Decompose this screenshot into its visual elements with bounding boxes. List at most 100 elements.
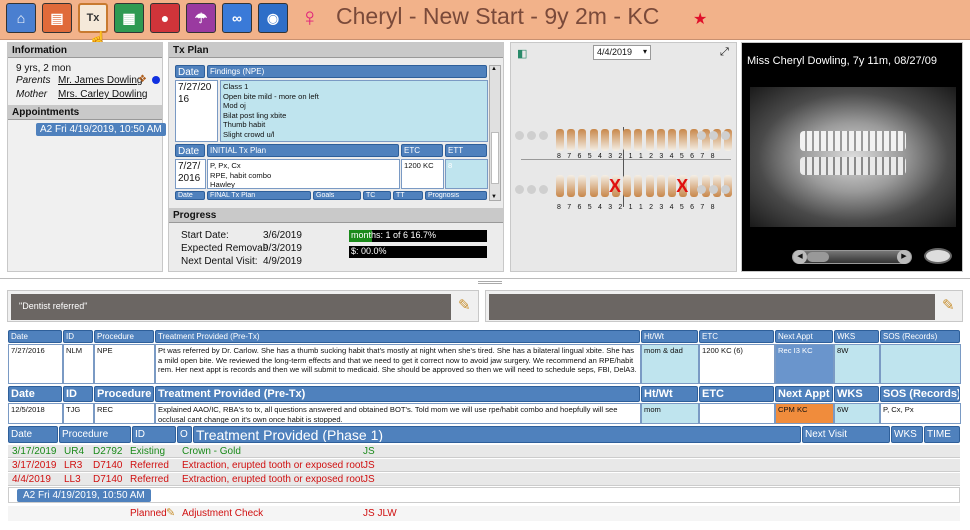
t1-next-appt[interactable]: Rec I3 KC [775,344,834,384]
missing-tooth-icon [697,131,706,140]
tooth[interactable] [589,129,598,151]
calculator-icon[interactable]: ▦ [114,3,144,33]
camera-icon[interactable]: ◉ [258,3,288,33]
tooth[interactable] [645,175,654,197]
t2-htwt[interactable]: mom [641,403,699,424]
back-icon[interactable]: ◧ [517,47,527,60]
final-plan-header: FINAL Tx Plan [207,191,311,200]
mother-link[interactable]: Mrs. Carley Dowling [58,89,147,100]
missing-tooth-icon [709,185,718,194]
t2-wks[interactable]: 6W [834,403,880,424]
row-code: D7140 [93,474,123,485]
document-icon[interactable]: ▤ [42,3,72,33]
splitter[interactable] [0,278,970,279]
date-header-3: Date [175,191,205,200]
tooth[interactable] [623,175,632,197]
tooth[interactable] [612,129,620,151]
months-progress-bar: months: 1 of 6 16.7% [349,230,487,242]
tooth[interactable] [668,175,676,197]
table-row[interactable]: 4/4/2019 LL3 D7140 Referred Extraction, … [8,473,960,486]
xray-scrollbar[interactable]: ◀ ▶ [792,250,912,264]
date-header: Date [175,65,205,78]
missing-tooth-icon [527,185,536,194]
tooth[interactable]: X [609,175,621,197]
information-header: Information [8,43,162,58]
findings-text[interactable]: Class 1 Open bite mild - more on left Mo… [220,80,488,142]
planned-row[interactable]: Planned ✎ Adjustment Check JS JLW [8,506,960,521]
t3-id-header: ID [132,426,176,443]
t1-wks[interactable]: 8W [834,344,880,384]
right-note[interactable] [489,294,935,320]
ett-value[interactable]: 8 [445,159,488,189]
upper-tooth-numbers: 8 7 6 5 4 3 2 1 1 2 3 4 5 6 7 8 [557,153,717,160]
tooth[interactable] [634,175,643,197]
txplan-scrollbar[interactable]: ▲ ▼ [489,65,501,201]
appointments-header: Appointments [8,105,162,120]
progress-header: Progress [169,208,503,223]
home-icon[interactable]: ⌂ [6,3,36,33]
t1-treatment[interactable]: Pt was referred by Dr. Carlow. She has a… [155,344,641,384]
tooth[interactable] [556,129,564,151]
missing-tooth-icon [539,131,548,140]
tooth[interactable] [567,175,576,197]
umbrella-icon[interactable]: ☂ [186,3,216,33]
missing-tooth-icon [539,185,548,194]
missing-tooth-icon [697,185,706,194]
findings-date: 7/27/2016 [175,80,218,142]
scanner-icon[interactable] [924,248,952,264]
appointment-item[interactable]: A2 Fri 4/19/2019, 10:50 AM [36,123,166,136]
t1-wks-header: WKS [834,330,879,343]
tooth[interactable] [578,175,587,197]
tooth[interactable] [589,175,598,197]
edit-pencil-icon-2[interactable]: ✎ [942,296,955,314]
edit-pencil-icon[interactable]: ✎ [458,296,471,314]
tx-button[interactable]: Tx [78,3,108,33]
table-row[interactable]: 3/17/2019 LR3 D7140 Referred Extraction,… [8,459,960,472]
chart-date-select[interactable]: 4/4/2019 ▾ [593,45,651,60]
tooth[interactable] [634,129,643,151]
parents-label: Parents [16,75,51,86]
t1-next-appt-header: Next Appt [775,330,833,343]
tooth[interactable] [645,129,654,151]
removal-label: Expected Removal: [181,243,268,254]
link-icon[interactable]: ∞ [222,3,252,33]
t1-treatment-header: Treatment Provided (Pre-Tx) [155,330,640,343]
etc-value[interactable]: 1200 KC [401,159,444,189]
pills-icon[interactable]: ● [150,3,180,33]
tooth[interactable] [679,129,688,151]
prognosis-header: Prognosis [425,191,487,200]
tooth[interactable] [668,129,676,151]
tooth[interactable] [656,175,665,197]
months-progress-text: months: 1 of 6 16.7% [351,230,437,240]
ett-header: ETT [445,144,487,157]
t1-date: 7/27/2016 [8,344,63,384]
tooth[interactable]: X [676,175,688,197]
t1-etc[interactable]: 1200 KC (6) [699,344,775,384]
tooth[interactable] [567,129,576,151]
t1-etc-header: ETC [699,330,774,343]
t1-htwt[interactable]: mom & dad [641,344,699,384]
lower-tooth-numbers: 8 7 6 5 4 3 2 1 1 2 3 4 5 6 7 8 [557,204,717,211]
appointment-chip[interactable]: A2 Fri 4/19/2019, 10:50 AM [17,489,151,502]
t2-next-appt[interactable]: CPM KC [775,403,834,424]
t2-sos[interactable]: P, Cx, Px [880,403,961,424]
left-note[interactable]: "Dentist referred" [11,294,451,320]
expand-icon[interactable]: ⤢ [720,46,729,59]
t2-etc[interactable] [699,403,775,424]
t1-sos[interactable] [880,344,961,384]
tooth[interactable] [600,129,609,151]
tooth[interactable] [578,129,587,151]
table-row[interactable]: 3/17/2019 UR4 D2792 Existing Crown - Gol… [8,445,960,458]
tooth[interactable] [623,129,632,151]
tooth[interactable] [656,129,665,151]
splitter-grip[interactable] [478,281,502,284]
parents-link[interactable]: Mr. James Dowling [58,75,142,86]
t2-treatment[interactable]: Explained AAO/IC, RBA's to tx, all quest… [155,403,641,424]
row-description: Extraction, erupted tooth or exposed roo… [182,460,364,471]
row-description: Crown - Gold [182,446,241,457]
initial-plan-text[interactable]: P, Px, Cx RPE, habit combo Hawley [207,159,400,189]
tooth[interactable] [600,175,609,197]
tooth-chart-panel: ◧ 4/4/2019 ▾ ⤢ X X 8 7 6 5 4 3 2 1 1 2 3 … [510,42,737,272]
t2-date: 12/5/2018 [8,403,63,424]
tooth[interactable] [556,175,564,197]
